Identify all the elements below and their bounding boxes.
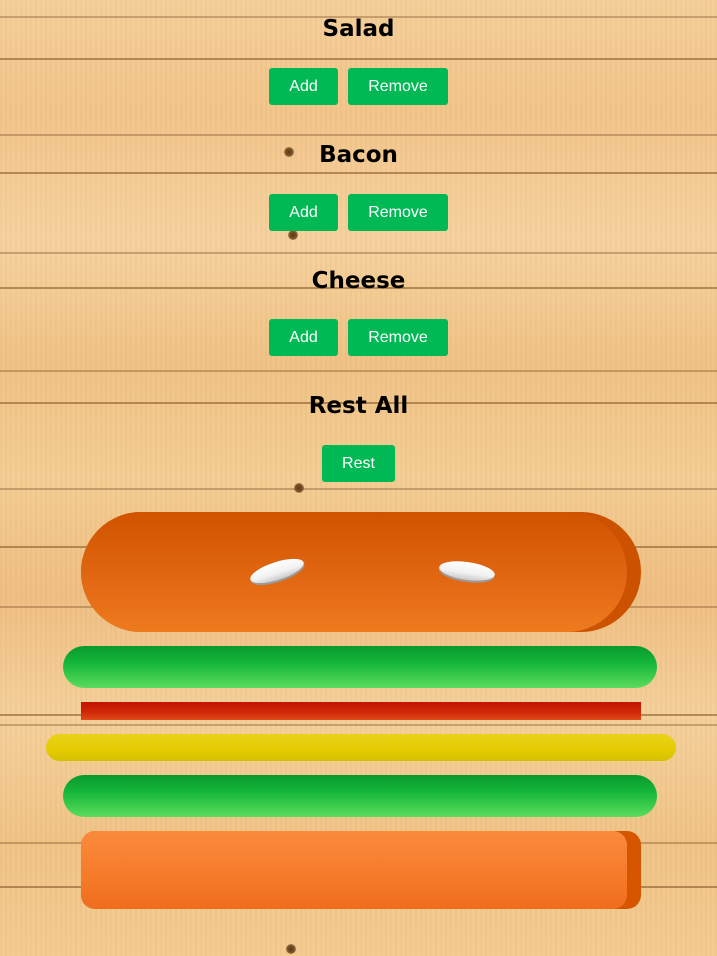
- wood-plank-seam: [0, 714, 717, 716]
- bun-bottom-shadow: [81, 831, 641, 909]
- wood-knot: [288, 230, 298, 240]
- salad-layer: [63, 775, 657, 817]
- add-salad-button[interactable]: Add: [269, 68, 338, 105]
- sesame-seed: [247, 553, 307, 589]
- cheese-buttons: Add Remove: [0, 319, 717, 356]
- wood-plank-seam: [0, 58, 717, 60]
- add-cheese-button[interactable]: Add: [269, 319, 338, 356]
- add-bacon-button[interactable]: Add: [269, 194, 338, 231]
- bacon-buttons: Add Remove: [0, 194, 717, 231]
- remove-cheese-button[interactable]: Remove: [348, 319, 448, 356]
- wood-knot: [294, 483, 304, 493]
- bun-top-shadow: [81, 512, 641, 632]
- reset-control: Rest All: [0, 392, 717, 420]
- bacon-title: Bacon: [319, 142, 398, 168]
- cheese-title: Cheese: [311, 268, 406, 294]
- reset-all-button[interactable]: Rest: [322, 445, 395, 482]
- bun-top: [81, 512, 627, 632]
- salad-buttons: Add Remove: [0, 68, 717, 105]
- remove-bacon-button[interactable]: Remove: [348, 194, 448, 231]
- cheese-layer: [46, 734, 676, 761]
- remove-salad-button[interactable]: Remove: [348, 68, 448, 105]
- wood-plank-seam: [0, 546, 717, 548]
- wood-knot: [286, 944, 296, 954]
- reset-title: Rest All: [308, 393, 409, 419]
- salad-title: Salad: [322, 16, 395, 42]
- cheese-control: Cheese: [0, 267, 717, 295]
- wood-plank-seam: [0, 172, 717, 174]
- bacon-layer: [81, 702, 641, 720]
- bacon-control: Bacon: [0, 141, 717, 169]
- wood-plank-seam: [0, 886, 717, 888]
- reset-buttons: Rest: [0, 445, 717, 482]
- salad-layer: [63, 646, 657, 688]
- bun-bottom: [81, 831, 627, 909]
- salad-control: Salad: [0, 15, 717, 43]
- sesame-seed: [438, 558, 496, 584]
